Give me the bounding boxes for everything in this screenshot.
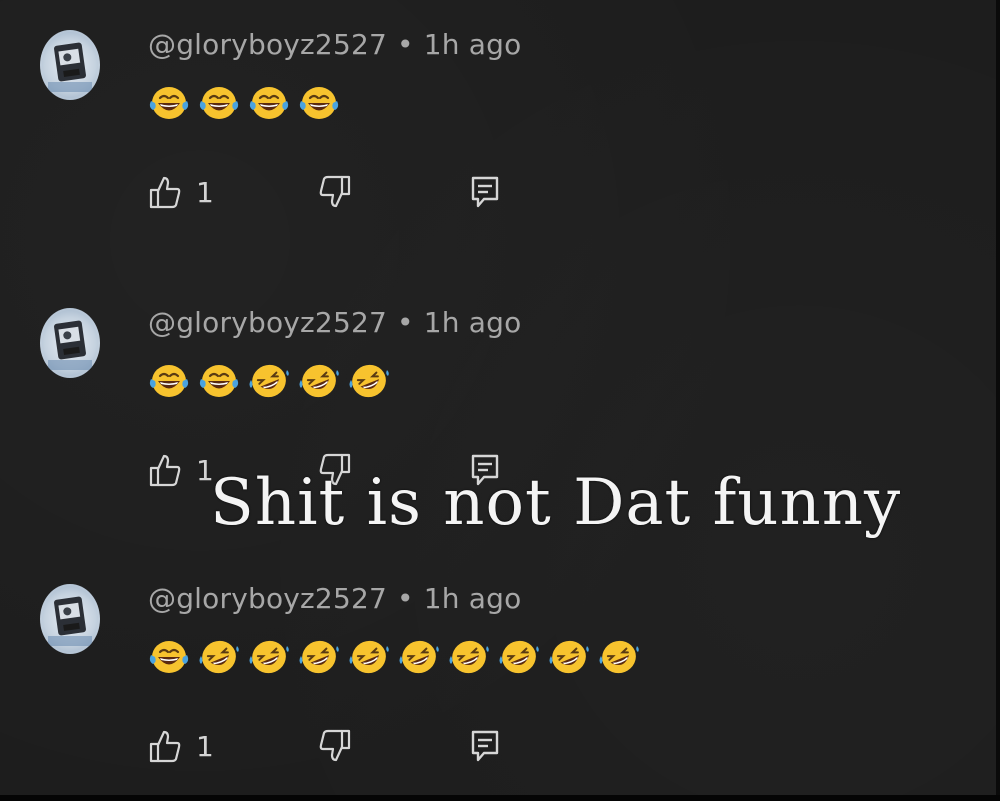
rofl-emoji	[348, 638, 390, 676]
username[interactable]: @gloryboyz2527	[148, 582, 387, 615]
rofl-emoji	[598, 638, 640, 676]
dislike-button[interactable]	[318, 172, 352, 212]
comment-meta: @gloryboyz2527 • 1h ago	[148, 582, 521, 615]
frame-edge	[996, 0, 1000, 801]
comment-text	[148, 638, 640, 676]
rofl-emoji	[498, 638, 540, 676]
timestamp[interactable]: 1h ago	[424, 306, 522, 339]
laughing-crying-emoji	[198, 362, 240, 400]
comment-meta: @gloryboyz2527 • 1h ago	[148, 28, 521, 61]
reply-button[interactable]	[470, 726, 500, 766]
laughing-crying-emoji	[198, 84, 240, 122]
thumbs-down-icon	[318, 174, 352, 210]
rofl-emoji	[348, 362, 390, 400]
timestamp[interactable]: 1h ago	[424, 28, 522, 61]
rofl-emoji	[248, 638, 290, 676]
meme-caption: Shit is not Dat funny	[210, 466, 902, 540]
rofl-emoji	[298, 638, 340, 676]
laughing-crying-emoji	[148, 362, 190, 400]
comment-text	[148, 84, 340, 122]
thumbs-up-icon	[148, 174, 182, 210]
separator-dot: •	[397, 582, 414, 615]
rofl-emoji	[548, 638, 590, 676]
rofl-emoji	[398, 638, 440, 676]
comment-text	[148, 362, 390, 400]
separator-dot: •	[397, 306, 414, 339]
comment-actions: 1	[148, 172, 548, 212]
comment-meta: @gloryboyz2527 • 1h ago	[148, 306, 521, 339]
timestamp[interactable]: 1h ago	[424, 582, 522, 615]
username[interactable]: @gloryboyz2527	[148, 306, 387, 339]
laughing-crying-emoji	[298, 84, 340, 122]
rofl-emoji	[248, 362, 290, 400]
comment: @gloryboyz2527 • 1h ago 1	[0, 22, 1000, 262]
laughing-crying-emoji	[248, 84, 290, 122]
thumbs-up-icon	[148, 452, 182, 488]
frame-edge	[0, 795, 1000, 801]
dislike-button[interactable]	[318, 726, 352, 766]
like-button[interactable]: 1	[148, 726, 214, 766]
username[interactable]: @gloryboyz2527	[148, 28, 387, 61]
like-button[interactable]: 1	[148, 450, 214, 490]
like-count: 1	[196, 175, 214, 209]
thumbs-up-icon	[148, 728, 182, 764]
comment-actions: 1	[148, 726, 548, 766]
thumbs-down-icon	[318, 728, 352, 764]
avatar[interactable]	[40, 30, 100, 100]
reply-button[interactable]	[470, 172, 500, 212]
reply-comment-icon	[470, 729, 500, 763]
reply-comment-icon	[470, 175, 500, 209]
rofl-emoji	[298, 362, 340, 400]
avatar[interactable]	[40, 584, 100, 654]
comment: @gloryboyz2527 • 1h ago 1	[0, 576, 1000, 801]
rofl-emoji	[448, 638, 490, 676]
like-button[interactable]: 1	[148, 172, 214, 212]
separator-dot: •	[397, 28, 414, 61]
laughing-crying-emoji	[148, 638, 190, 676]
screenshot: @gloryboyz2527 • 1h ago 1 @gloryboyz2527…	[0, 0, 1000, 801]
rofl-emoji	[198, 638, 240, 676]
laughing-crying-emoji	[148, 84, 190, 122]
like-count: 1	[196, 729, 214, 763]
avatar[interactable]	[40, 308, 100, 378]
